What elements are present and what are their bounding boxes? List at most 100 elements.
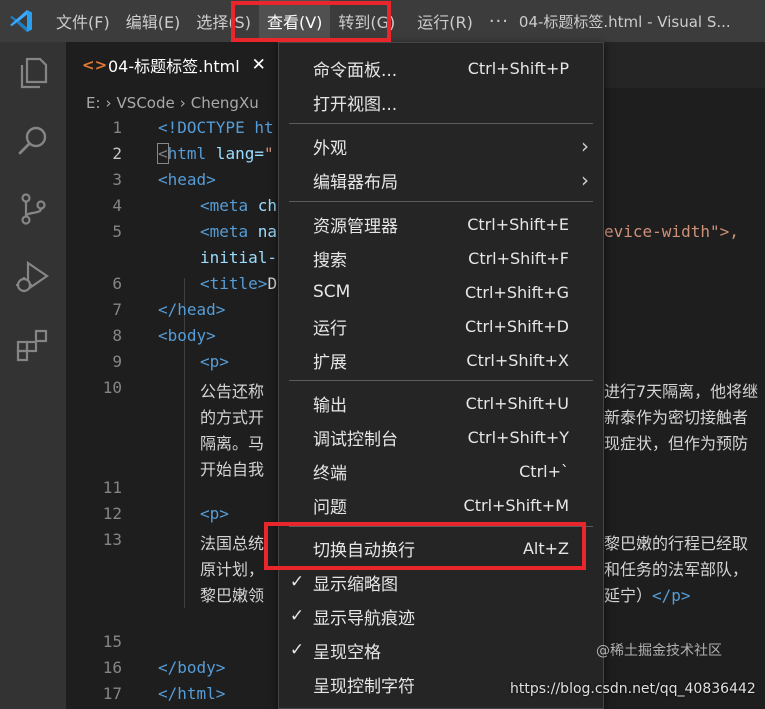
line-number: 5 xyxy=(112,222,122,241)
line-number: 1 xyxy=(112,118,122,137)
code-token: html xyxy=(167,144,207,163)
code-token: </body> xyxy=(158,658,226,677)
code-token: D xyxy=(267,274,278,293)
line-number: 11 xyxy=(102,478,122,497)
menu-item-run[interactable]: 运行 Ctrl+Shift+D xyxy=(279,309,603,343)
extensions-icon[interactable] xyxy=(14,326,52,364)
code-token: <body> xyxy=(158,326,216,345)
menu-item-label: 终端 xyxy=(313,463,347,484)
menu-item-label: 呈现空格 xyxy=(313,642,381,663)
code-token: <p> xyxy=(200,352,229,371)
menu-item-show-minimap[interactable]: ✓ 显示缩略图 xyxy=(279,565,603,599)
code-token: lang= xyxy=(206,144,264,163)
menu-item-extensions[interactable]: 扩展 Ctrl+Shift+X xyxy=(279,343,603,377)
menu-item-open-view[interactable]: 打开视图... xyxy=(279,85,603,119)
menu-item-label: 调试控制台 xyxy=(313,429,398,450)
line-number: 2 xyxy=(112,144,122,163)
menu-item-label: 打开视图... xyxy=(313,94,398,115)
menu-item-debug-console[interactable]: 调试控制台 Ctrl+Shift+Y xyxy=(279,420,603,454)
breadcrumb-item[interactable]: ChengXu xyxy=(191,94,259,112)
explorer-icon[interactable] xyxy=(14,54,52,92)
menu-item-label: 问题 xyxy=(313,497,347,518)
menu-item-shortcut: Ctrl+Shift+Y xyxy=(467,427,569,447)
activity-bar xyxy=(0,42,66,709)
run-debug-icon[interactable] xyxy=(14,258,52,296)
code-text: 的方式开 xyxy=(200,408,265,427)
code-text: 法国总统 xyxy=(200,534,265,553)
menu-item-output[interactable]: 输出 Ctrl+Shift+U xyxy=(279,386,603,420)
menu-more-icon[interactable]: ··· xyxy=(481,0,517,42)
code-text: 进行7天隔离，他将继 xyxy=(604,382,759,401)
html-file-icon: <> xyxy=(82,56,108,74)
code-text: 新泰作为密切接触者 xyxy=(604,408,749,427)
code-token: <p> xyxy=(200,504,229,523)
code-token: evice-width">, xyxy=(604,222,739,241)
source-control-icon[interactable] xyxy=(14,190,52,228)
line-number: 10 xyxy=(102,378,122,397)
tab-label: 04-标题标签.html xyxy=(108,57,240,76)
search-icon[interactable] xyxy=(14,122,52,160)
chevron-right-icon: › xyxy=(581,168,589,192)
code-text: 黎巴嫩领 xyxy=(200,586,265,605)
menu-item-label: 输出 xyxy=(313,395,347,416)
close-icon[interactable]: ✕ xyxy=(252,55,266,75)
menu-item-terminal[interactable]: 终端 Ctrl+` xyxy=(279,454,603,488)
tab-04-html[interactable]: <> 04-标题标签.html ✕ xyxy=(66,42,280,88)
menu-item-shortcut: Ctrl+Shift+P xyxy=(467,58,569,78)
menu-item-shortcut: Ctrl+Shift+M xyxy=(463,495,569,515)
menu-edit[interactable]: 编辑(E) xyxy=(118,0,189,42)
line-number: 16 xyxy=(102,658,122,677)
code-text: 现症状，但作为预防 xyxy=(604,434,749,453)
code-token: </p> xyxy=(652,586,691,605)
menu-item-show-breadcrumbs[interactable]: ✓ 显示导航痕迹 xyxy=(279,599,603,633)
code-text: 黎巴嫩的行程已经取 xyxy=(604,534,749,553)
menu-item-explorer[interactable]: 资源管理器 Ctrl+Shift+E xyxy=(279,207,603,241)
menu-item-scm[interactable]: SCM Ctrl+Shift+G xyxy=(279,275,603,309)
line-number: 15 xyxy=(102,632,122,651)
menu-run[interactable]: 运行(R) xyxy=(409,0,481,42)
menu-item-label: 呈现控制字符 xyxy=(313,676,415,697)
menu-item-label: 编辑器布局 xyxy=(313,172,398,193)
line-number: 7 xyxy=(112,300,122,319)
menu-item-search[interactable]: 搜索 Ctrl+Shift+F xyxy=(279,241,603,275)
menu-item-editor-layout[interactable]: 编辑器布局 › xyxy=(279,163,603,197)
chevron-right-icon: › xyxy=(179,94,186,112)
menu-item-label: 运行 xyxy=(313,318,347,339)
watermark-juejin: @稀土掘金技术社区 xyxy=(596,643,722,659)
breadcrumb-item[interactable]: E: xyxy=(86,94,101,112)
code-token: <meta xyxy=(200,196,258,215)
checkmark-icon: ✓ xyxy=(289,572,305,592)
menu-item-label: 扩展 xyxy=(313,352,347,373)
code-token: </html> xyxy=(158,684,226,703)
menu-item-shortcut: Ctrl+Shift+X xyxy=(466,350,569,370)
code-token: " xyxy=(263,144,274,163)
line-number: 13 xyxy=(102,530,122,549)
menu-item-render-whitespace[interactable]: ✓ 呈现空格 xyxy=(279,633,603,667)
watermark-csdn: https://blog.csdn.net/qq_40836442 xyxy=(510,681,756,697)
code-token: <!DOCTYPE ht xyxy=(158,118,274,137)
vscode-logo-icon xyxy=(0,0,42,42)
menu-item-label: 显示导航痕迹 xyxy=(313,608,415,629)
menu-separator xyxy=(289,201,593,202)
menu-item-problems[interactable]: 问题 Ctrl+Shift+M xyxy=(279,488,603,522)
code-text: 隔离。马 xyxy=(200,434,265,453)
breadcrumb-item[interactable]: VSCode xyxy=(117,94,175,112)
menu-item-shortcut: Ctrl+Shift+D xyxy=(465,316,569,336)
highlight-box-view-menu xyxy=(231,1,391,42)
line-number: 8 xyxy=(112,326,122,345)
menu-file[interactable]: 文件(F) xyxy=(42,0,118,42)
menu-item-label: SCM xyxy=(313,282,351,302)
menu-separator xyxy=(289,380,593,381)
menu-item-shortcut: Ctrl+Shift+E xyxy=(467,214,569,234)
line-number: 4 xyxy=(112,196,122,215)
line-number: 3 xyxy=(112,170,122,189)
chevron-right-icon: › xyxy=(105,94,112,112)
line-number: 6 xyxy=(112,274,122,293)
menu-item-command-palette[interactable]: 命令面板... Ctrl+Shift+P xyxy=(279,51,603,85)
menu-item-appearance[interactable]: 外观 › xyxy=(279,129,603,163)
code-text: 延宁） xyxy=(604,586,653,605)
line-number: 12 xyxy=(102,504,122,523)
code-text: 开始自我 xyxy=(200,460,265,479)
menu-item-label: 搜索 xyxy=(313,250,347,271)
code-token: <title> xyxy=(200,274,268,293)
